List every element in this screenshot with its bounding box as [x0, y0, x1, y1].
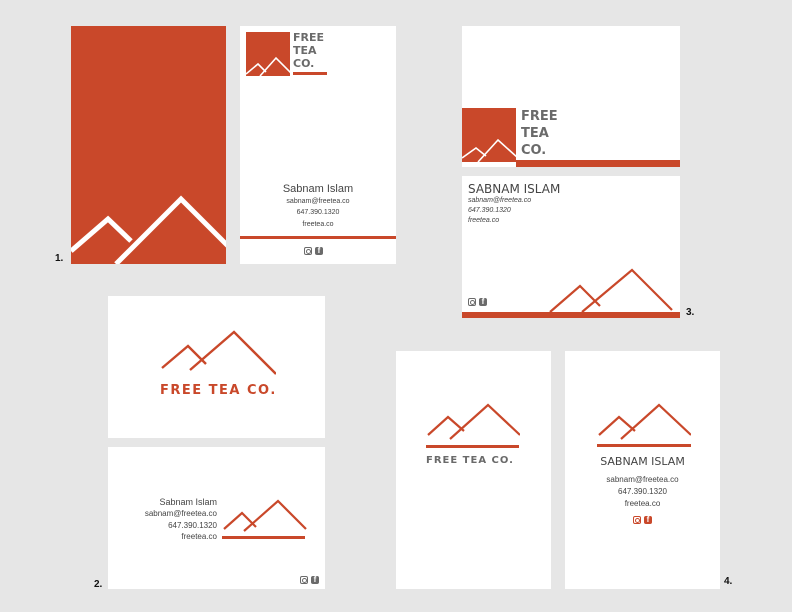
design-label-3: 3. — [686, 307, 695, 318]
contact-name: SABNAM ISLAM — [600, 455, 685, 468]
brand-line3: CO. — [521, 143, 547, 158]
contact-email: sabnam@freetea.co — [286, 198, 350, 205]
contact-phone: 647.390.1320 — [468, 207, 511, 214]
divider-bar — [516, 160, 680, 167]
contact-phone: 647.390.1320 — [618, 487, 667, 496]
brand-line1: FREE — [293, 31, 325, 44]
design4-back-card: SABNAM ISLAM sabnam@freetea.co 647.390.1… — [565, 351, 720, 589]
mountain-logo-icon — [223, 499, 307, 532]
mountain-logo-icon — [462, 138, 516, 162]
facebook-icon[interactable]: f — [644, 516, 652, 524]
facebook-icon[interactable]: f — [479, 298, 487, 306]
brand-line2: TEA — [521, 126, 549, 141]
contact-name: Sabnam Islam — [282, 183, 354, 195]
brand-line3: CO. — [293, 57, 315, 70]
logo-block — [246, 32, 290, 76]
social-icons: f — [633, 516, 652, 524]
contact-phone: 647.390.1320 — [168, 521, 217, 530]
brand-line1: FREE — [521, 109, 558, 124]
brand-line2: TEA — [293, 44, 317, 57]
mountain-logo-icon — [71, 195, 226, 264]
mountain-logo-icon — [427, 403, 520, 440]
contact-email: sabnam@freetea.co — [606, 475, 679, 484]
design3-back-card: SABNAM ISLAM sabnam@freetea.co 647.390.1… — [462, 176, 680, 318]
design-label-1: 1. — [55, 253, 64, 264]
brand-underline — [293, 72, 327, 75]
design-label-4: 4. — [724, 576, 733, 587]
brand-wordmark: FREE TEA CO. — [426, 455, 514, 466]
brand-wordmark: FREE TEA CO. — [293, 32, 324, 69]
contact-email: sabnam@freetea.co — [468, 197, 532, 204]
design2-front-card: FREE TEA CO. — [108, 296, 325, 438]
instagram-icon[interactable] — [633, 516, 641, 524]
contact-website: freetea.co — [181, 532, 217, 541]
contact-phone: 647.390.1320 — [296, 209, 340, 216]
mountain-logo-icon — [161, 330, 276, 375]
contact-website: freetea.co — [624, 499, 661, 508]
divider-bar — [240, 236, 396, 239]
design3-front-card: FREE TEA CO. — [462, 26, 680, 167]
facebook-icon[interactable]: f — [311, 576, 319, 584]
divider-bar — [597, 444, 691, 447]
brand-wordmark: FREE TEA CO. — [521, 110, 558, 157]
social-icons: f — [468, 298, 487, 306]
mountain-logo-icon — [246, 56, 290, 76]
divider-bar — [426, 445, 519, 448]
instagram-icon[interactable] — [304, 247, 312, 255]
design1-back-card: FREE TEA CO. Sabnam Islam sabnam@freetea… — [240, 26, 396, 264]
design1-front-card — [71, 26, 226, 264]
contact-email: sabnam@freetea.co — [144, 509, 217, 518]
mountain-logo-icon — [598, 403, 691, 440]
divider-bar — [222, 536, 305, 539]
design2-back-card: Sabnam Islam sabnam@freetea.co 647.390.1… — [108, 447, 325, 589]
logo-block — [462, 108, 516, 162]
facebook-icon[interactable]: f — [315, 247, 323, 255]
contact-name: SABNAM ISLAM — [468, 182, 561, 196]
instagram-icon[interactable] — [468, 298, 476, 306]
social-icons: f — [304, 247, 323, 255]
design4-front-card: FREE TEA CO. — [396, 351, 551, 589]
divider-bar — [462, 312, 680, 318]
instagram-icon[interactable] — [300, 576, 308, 584]
contact-website: freetea.co — [302, 221, 334, 228]
brand-wordmark: FREE TEA CO. — [160, 383, 277, 398]
social-icons: f — [300, 576, 319, 584]
mountain-logo-icon — [549, 268, 673, 313]
design-label-2: 2. — [94, 579, 103, 590]
contact-website: freetea.co — [468, 217, 500, 224]
contact-name: Sabnam Islam — [159, 497, 217, 507]
